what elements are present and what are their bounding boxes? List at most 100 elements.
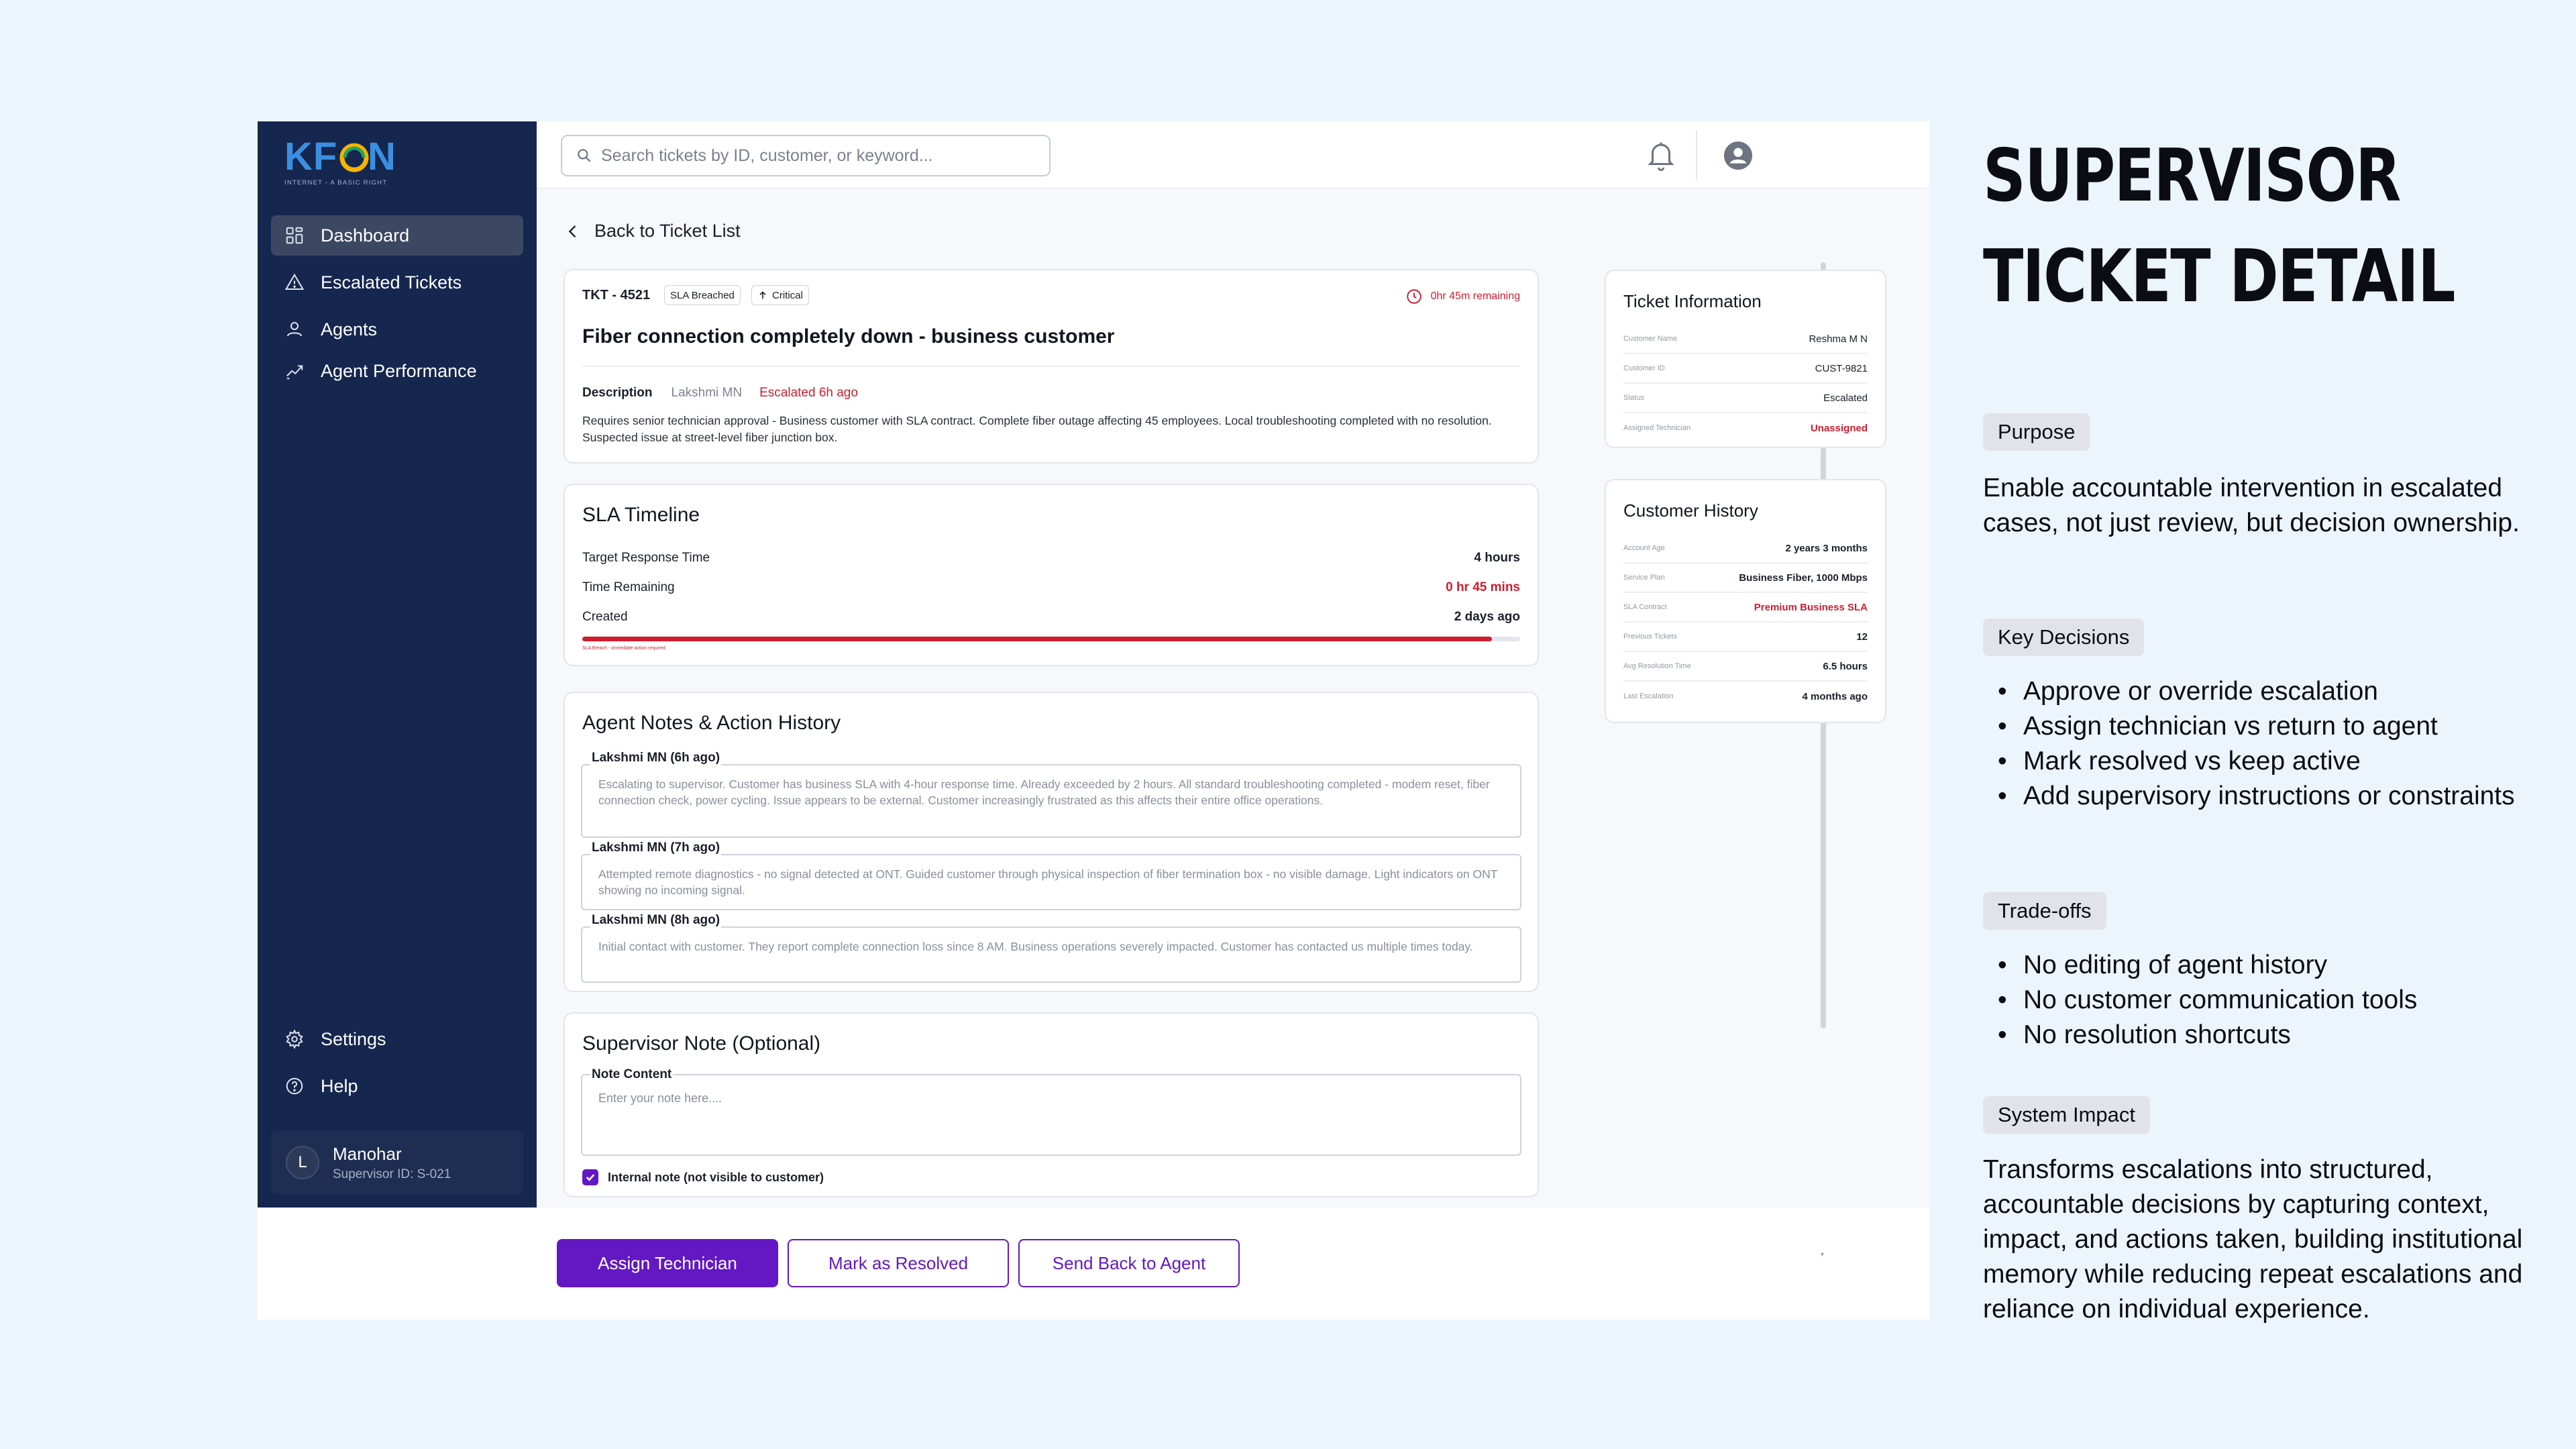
profile-icon[interactable] xyxy=(1723,140,1754,171)
sidebar: KF N INTERNET - A BASIC RIGHT Dashboard … xyxy=(258,121,537,1208)
sidebar-item-label: Settings xyxy=(321,1028,386,1049)
annotation-title: SUPERVISOR TICKET DETAIL xyxy=(1983,126,2533,327)
list-item: No resolution shortcuts xyxy=(1983,1018,2560,1053)
svg-text:N: N xyxy=(368,135,396,178)
agent-name: Lakshmi MN xyxy=(671,386,743,400)
sidebar-nav: Dashboard Escalated Tickets Agents Agent… xyxy=(271,215,523,398)
assign-technician-button[interactable]: Assign Technician xyxy=(557,1239,778,1287)
sla-row-created: Created 2 days ago xyxy=(582,610,1520,625)
note-author: Lakshmi MN (6h ago) xyxy=(590,751,722,765)
key-decisions-pill: Key Decisions xyxy=(1983,619,2145,656)
help-icon xyxy=(284,1076,305,1096)
sidebar-item-help[interactable]: Help xyxy=(271,1066,523,1106)
svg-text:INTERNET - A BASIC RIGHT: INTERNET - A BASIC RIGHT xyxy=(284,179,387,186)
sla-row-value: 4 hours xyxy=(1474,551,1520,565)
scroll-down-icon[interactable]: ▾ xyxy=(1821,1251,1826,1258)
search-box[interactable] xyxy=(561,135,1051,176)
info-key: Avg Resolution Time xyxy=(1623,662,1691,670)
info-value: 2 years 3 months xyxy=(1785,542,1868,554)
sidebar-item-label: Dashboard xyxy=(321,225,410,246)
sla-timeline-card: SLA Timeline Target Response Time 4 hour… xyxy=(564,484,1539,666)
priority-badge: Critical xyxy=(751,285,809,305)
purpose-text: Enable accountable intervention in escal… xyxy=(1983,474,2520,537)
info-value: 6.5 hours xyxy=(1823,660,1868,672)
note-author: Lakshmi MN (8h ago) xyxy=(590,913,722,928)
send-back-to-agent-button[interactable]: Send Back to Agent xyxy=(1018,1239,1240,1287)
gear-icon xyxy=(284,1029,305,1049)
info-value: Premium Business SLA xyxy=(1754,601,1868,613)
sidebar-item-dashboard[interactable]: Dashboard xyxy=(271,215,523,256)
trade-offs-list: No editing of agent history No customer … xyxy=(1983,948,2560,1053)
purpose-pill: Purpose xyxy=(1983,413,2090,451)
system-impact-pill: System Impact xyxy=(1983,1096,2150,1134)
search-icon xyxy=(578,149,591,162)
top-bar-divider xyxy=(1696,131,1697,179)
internal-note-label: Internal note (not visible to customer) xyxy=(608,1170,824,1184)
sla-row-label: Created xyxy=(582,610,628,624)
sla-row-remaining: Time Remaining 0 hr 45 mins xyxy=(582,580,1520,595)
action-bar: Assign Technician Mark as Resolved Send … xyxy=(557,1239,1249,1287)
notes-title: Agent Notes & Action History xyxy=(582,712,841,734)
mark-as-resolved-button[interactable]: Mark as Resolved xyxy=(788,1239,1009,1287)
note-text: Escalating to supervisor. Customer has b… xyxy=(581,764,1521,838)
sla-row-value: 2 days ago xyxy=(1454,610,1520,624)
info-row: Service Plan Business Fiber, 1000 Mbps xyxy=(1623,564,1868,593)
search-input[interactable] xyxy=(601,146,1030,166)
checkbox-checked-icon[interactable] xyxy=(582,1169,598,1185)
info-row: Customer Name Reshma M N xyxy=(1623,325,1868,354)
sidebar-item-escalated-tickets[interactable]: Escalated Tickets xyxy=(271,262,523,303)
warning-icon xyxy=(284,272,305,292)
sla-progress-fill xyxy=(582,637,1493,641)
sla-progress-note: SLA Breach - immediate action required xyxy=(582,646,665,651)
info-row: Assigned Technician Unassigned xyxy=(1623,413,1868,443)
sla-row-target: Target Response Time 4 hours xyxy=(582,551,1520,566)
note-text: Initial contact with customer. They repo… xyxy=(581,926,1521,983)
key-decisions-list: Approve or override escalation Assign te… xyxy=(1983,674,2560,814)
ticket-info-title: Ticket Information xyxy=(1623,291,1762,311)
user-details: Manohar Supervisor ID: S-021 xyxy=(333,1144,451,1182)
info-row: Previous Tickets 12 xyxy=(1623,623,1868,652)
sla-row-label: Target Response Time xyxy=(582,551,710,565)
escalated-time: Escalated 6h ago xyxy=(759,386,858,400)
sidebar-item-agent-performance[interactable]: Agent Performance xyxy=(271,351,523,391)
avatar: L xyxy=(286,1146,319,1179)
sidebar-item-settings[interactable]: Settings xyxy=(271,1019,523,1059)
customer-history-title: Customer History xyxy=(1623,500,1758,521)
internal-note-toggle[interactable]: Internal note (not visible to customer) xyxy=(582,1169,824,1185)
sla-progress-bar xyxy=(582,637,1520,641)
clock-icon xyxy=(1406,289,1421,304)
supervisor-note-title: Supervisor Note (Optional) xyxy=(582,1032,821,1055)
kfon-logo[interactable]: KF N INTERNET - A BASIC RIGHT xyxy=(284,135,412,189)
svg-text:KF: KF xyxy=(284,135,337,178)
title-line-2: TICKET DETAIL xyxy=(1983,235,2456,319)
info-value: CUST-9821 xyxy=(1815,362,1868,374)
ticket-title: Fiber connection completely down - busin… xyxy=(582,325,1115,347)
info-key: Status xyxy=(1623,394,1645,402)
title-line-1: SUPERVISOR xyxy=(1983,134,2401,218)
list-item: Add supervisory instructions or constrai… xyxy=(1983,779,2560,814)
back-to-ticket-list-link[interactable]: Back to Ticket List xyxy=(564,221,741,241)
info-row: Last Escalation 4 months ago xyxy=(1623,682,1868,711)
info-value: 4 months ago xyxy=(1802,690,1868,702)
back-label: Back to Ticket List xyxy=(594,221,741,241)
timer-text: 0hr 45m remaining xyxy=(1430,290,1520,302)
info-row: SLA Contract Premium Business SLA xyxy=(1623,593,1868,623)
ticket-description: Requires senior technician approval - Bu… xyxy=(582,414,1492,444)
sla-title: SLA Timeline xyxy=(582,504,700,526)
info-value: Unassigned xyxy=(1810,422,1868,434)
user-profile-card[interactable]: L Manohar Supervisor ID: S-021 xyxy=(271,1130,523,1195)
sidebar-item-label: Agents xyxy=(321,319,378,339)
trade-offs-pill: Trade-offs xyxy=(1983,892,2106,930)
notification-bell-icon[interactable] xyxy=(1646,139,1676,172)
description-label: Description xyxy=(582,386,653,400)
sidebar-item-label: Help xyxy=(321,1075,358,1096)
customer-history-card: Customer History Account Age 2 years 3 mo… xyxy=(1605,479,1886,723)
note-item: Lakshmi MN (7h ago) Attempted remote dia… xyxy=(581,841,1521,910)
ticket-summary-card: TKT - 4521 SLA Breached Critical 0hr 45m… xyxy=(564,269,1539,464)
supervisor-note-input[interactable] xyxy=(581,1074,1521,1156)
info-key: Previous Tickets xyxy=(1623,633,1678,641)
supervisor-note-card: Supervisor Note (Optional) Note Content … xyxy=(564,1012,1539,1197)
user-name: Manohar xyxy=(333,1143,402,1164)
info-value: Business Fiber, 1000 Mbps xyxy=(1739,572,1868,584)
sidebar-item-agents[interactable]: Agents xyxy=(271,309,523,350)
